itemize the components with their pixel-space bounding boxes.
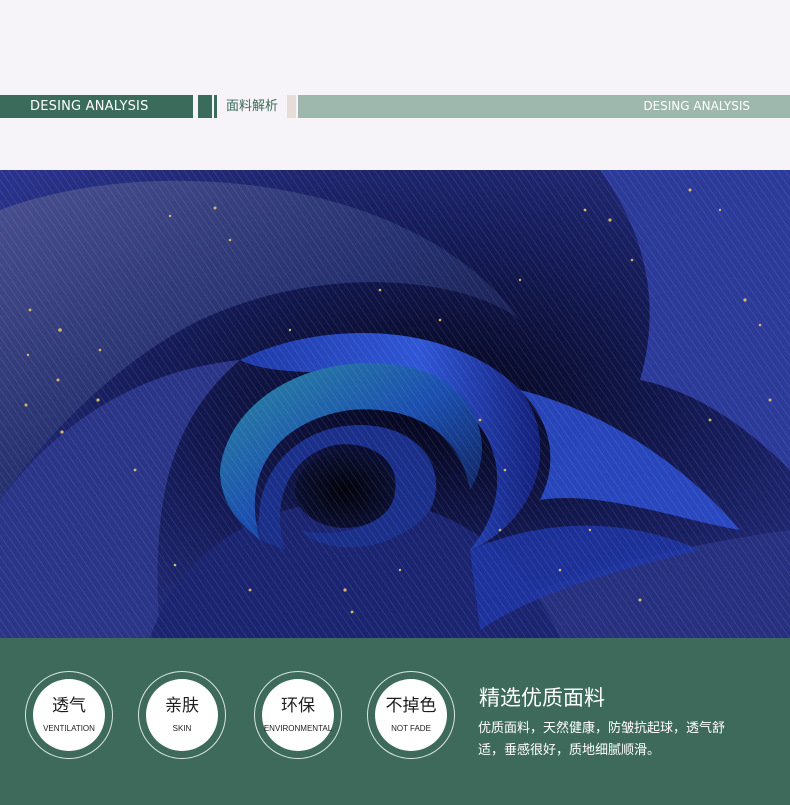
feature-cn-label: 不掉色 xyxy=(385,696,437,716)
header-divider xyxy=(287,95,296,118)
panel-title: 精选优质面料 xyxy=(479,686,605,710)
feature-cn-label: 透气 xyxy=(52,696,86,716)
fabric-swirl-photo xyxy=(0,170,790,638)
panel-description: 优质面料，天然健康，防皱抗起球，透气舒适，垂感很好，质地细腻顺滑。 xyxy=(478,721,726,758)
feature-en-label: ENVIRONMENTAL xyxy=(263,724,333,733)
feature-cn-label: 环保 xyxy=(281,696,315,716)
header-accent-bar xyxy=(198,95,212,118)
feature-badge: 环保 ENVIRONMENTAL xyxy=(262,679,334,751)
feature-badge: 亲肤 SKIN xyxy=(146,679,218,751)
feature-en-label: SKIN xyxy=(172,724,192,733)
feature-skin: 亲肤 SKIN xyxy=(138,671,226,759)
feature-panel: 透气 VENTILATION 亲肤 SKIN 环保 ENVIRONMENTAL … xyxy=(0,638,790,805)
header-right-label: DESING ANALYSIS xyxy=(298,95,790,118)
feature-en-label: VENTILATION xyxy=(43,724,95,733)
feature-cn-label: 亲肤 xyxy=(165,696,199,716)
header-title: 面料解析 xyxy=(226,99,279,114)
header-accent-bar-thin xyxy=(214,95,217,118)
feature-badge: 不掉色 NOT FADE xyxy=(375,679,447,751)
section-header: DESING ANALYSIS 面料解析 DESING ANALYSIS xyxy=(0,95,790,118)
feature-badge: 透气 VENTILATION xyxy=(33,679,105,751)
header-left-label: DESING ANALYSIS xyxy=(0,95,193,118)
feature-not-fade: 不掉色 NOT FADE xyxy=(367,671,455,759)
feature-en-label: NOT FADE xyxy=(391,724,431,733)
feature-environmental: 环保 ENVIRONMENTAL xyxy=(254,671,342,759)
feature-ventilation: 透气 VENTILATION xyxy=(25,671,113,759)
